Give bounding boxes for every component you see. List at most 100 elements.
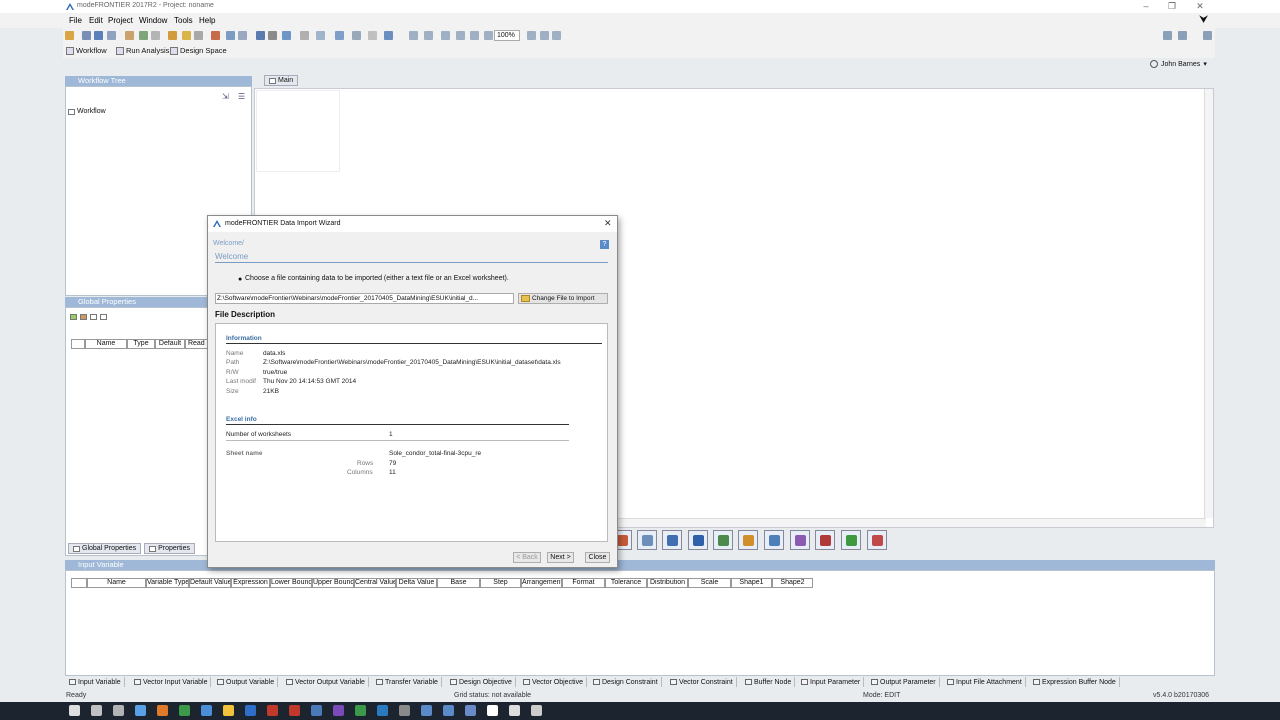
taskbar-app-icon[interactable] [91, 705, 102, 716]
node-tab[interactable]: Output Variable [217, 677, 279, 687]
help-icon[interactable]: ? [600, 240, 609, 249]
pointer-icon[interactable]: ⮟ [1199, 14, 1208, 27]
taskbar-app-icon[interactable] [157, 705, 168, 716]
column-header[interactable]: Tolerance [605, 578, 647, 588]
menu-help[interactable]: Help [199, 16, 215, 25]
node-palette-icon[interactable] [637, 530, 657, 550]
taskbar-app-icon[interactable] [69, 705, 80, 716]
column-header[interactable]: Shape1 [731, 578, 772, 588]
toolbar-run-icon[interactable] [1163, 31, 1172, 40]
node-palette-icon[interactable] [841, 530, 861, 550]
toolbar-tool-icon[interactable] [484, 31, 493, 40]
node-tab[interactable]: Input Variable [69, 677, 125, 687]
taskbar-app-icon[interactable] [487, 705, 498, 716]
collapse-all-icon[interactable]: ☰ [238, 92, 245, 101]
workflow-mode-button[interactable]: Workflow [66, 46, 107, 55]
node-tab[interactable]: Input File Attachment [947, 677, 1026, 687]
node-tab[interactable]: Input Parameter [801, 677, 865, 687]
node-palette-icon[interactable] [764, 530, 784, 550]
column-header[interactable]: Step [480, 578, 521, 588]
taskbar-app-icon[interactable] [333, 705, 344, 716]
add-group-icon[interactable] [80, 314, 87, 320]
toolbar-tool-icon[interactable] [552, 31, 561, 40]
design-space-mode-button[interactable]: Design Space [170, 46, 227, 55]
column-header[interactable]: Delta Value [396, 578, 437, 588]
node-palette-icon[interactable] [662, 530, 682, 550]
change-file-button[interactable]: Change File to Import [518, 293, 608, 304]
column-header[interactable]: Lower Bound [270, 578, 312, 588]
minimize-icon[interactable]: – [1140, 1, 1152, 11]
toolbar-tool-icon[interactable] [65, 31, 74, 40]
node-tab[interactable]: Vector Input Variable [134, 677, 212, 687]
node-palette-icon[interactable] [790, 530, 810, 550]
node-tab[interactable]: Design Constraint [593, 677, 662, 687]
menu-tools[interactable]: Tools [174, 16, 193, 25]
taskbar-app-icon[interactable] [289, 705, 300, 716]
toolbar-tool-icon[interactable] [527, 31, 536, 40]
tree-item-workflow[interactable]: Workflow [68, 108, 106, 115]
node-tab[interactable]: Vector Objective [523, 677, 587, 687]
taskbar-app-icon[interactable] [421, 705, 432, 716]
node-tab[interactable]: Vector Output Variable [286, 677, 369, 687]
taskbar-app-icon[interactable] [201, 705, 212, 716]
user-menu[interactable]: John Barnes ▾ [1150, 60, 1207, 68]
toolbar-tool-icon[interactable] [540, 31, 549, 40]
taskbar-app-icon[interactable] [311, 705, 322, 716]
toolbar-tool-icon[interactable] [441, 31, 450, 40]
remove-property-icon[interactable] [100, 314, 107, 320]
zoom-field[interactable]: 100% [494, 30, 520, 41]
toolbar-tool-icon[interactable] [125, 31, 134, 40]
toolbar-tool-icon[interactable] [182, 31, 191, 40]
column-header[interactable]: Name [85, 339, 127, 349]
taskbar-app-icon[interactable] [465, 705, 476, 716]
column-header[interactable]: Type [127, 339, 155, 349]
column-header[interactable]: Distribution [647, 578, 688, 588]
toolbar-tool-icon[interactable] [316, 31, 325, 40]
toolbar-tool-icon[interactable] [335, 31, 344, 40]
toolbar-tool-icon[interactable] [82, 31, 91, 40]
taskbar-app-icon[interactable] [223, 705, 234, 716]
taskbar-app-icon[interactable] [377, 705, 388, 716]
column-header[interactable]: Default Value [189, 578, 231, 588]
toolbar-tool-icon[interactable] [226, 31, 235, 40]
edit-property-icon[interactable] [90, 314, 97, 320]
node-palette-icon[interactable] [867, 530, 887, 550]
close-window-icon[interactable]: ✕ [1194, 1, 1206, 12]
column-header[interactable]: Format [562, 578, 605, 588]
node-tab[interactable]: Vector Constraint [670, 677, 737, 687]
run-analysis-mode-button[interactable]: Run Analysis [116, 46, 169, 55]
toolbar-tool-icon[interactable] [211, 31, 220, 40]
toolbar-tool-icon[interactable] [194, 31, 203, 40]
toolbar-tool-icon[interactable] [256, 31, 265, 40]
node-tab[interactable]: Output Parameter [871, 677, 940, 687]
taskbar-app-icon[interactable] [245, 705, 256, 716]
add-property-icon[interactable] [70, 314, 77, 320]
toolbar-tool-icon[interactable] [300, 31, 309, 40]
column-header[interactable]: Expression [231, 578, 270, 588]
node-tab[interactable]: Expression Buffer Node [1033, 677, 1120, 687]
taskbar-app-icon[interactable] [179, 705, 190, 716]
toolbar-tool-icon[interactable] [94, 31, 103, 40]
toolbar-tool-icon[interactable] [384, 31, 393, 40]
toolbar-tool-icon[interactable] [368, 31, 377, 40]
back-button[interactable]: < Back [513, 552, 541, 563]
tab-global-properties[interactable]: Global Properties [68, 543, 142, 554]
tab-properties[interactable]: Properties [144, 543, 195, 554]
toolbar-tool-icon[interactable] [470, 31, 479, 40]
menu-project[interactable]: Project [108, 16, 133, 25]
close-button[interactable]: Close [585, 552, 610, 563]
column-header[interactable]: Default [155, 339, 185, 349]
column-header[interactable] [71, 339, 85, 349]
toolbar-tool-icon[interactable] [107, 31, 116, 40]
column-header[interactable]: Shape2 [772, 578, 813, 588]
toolbar-tool-icon[interactable] [424, 31, 433, 40]
column-header[interactable] [71, 578, 87, 588]
node-tab[interactable]: Design Objective [450, 677, 516, 687]
toolbar-tool-icon[interactable] [352, 31, 361, 40]
node-palette-icon[interactable] [738, 530, 758, 550]
toolbar-tool-icon[interactable] [268, 31, 277, 40]
taskbar-app-icon[interactable] [399, 705, 410, 716]
menu-file[interactable]: File [69, 16, 82, 25]
dialog-close-icon[interactable]: ✕ [604, 218, 612, 229]
menu-edit[interactable]: Edit [89, 16, 103, 25]
